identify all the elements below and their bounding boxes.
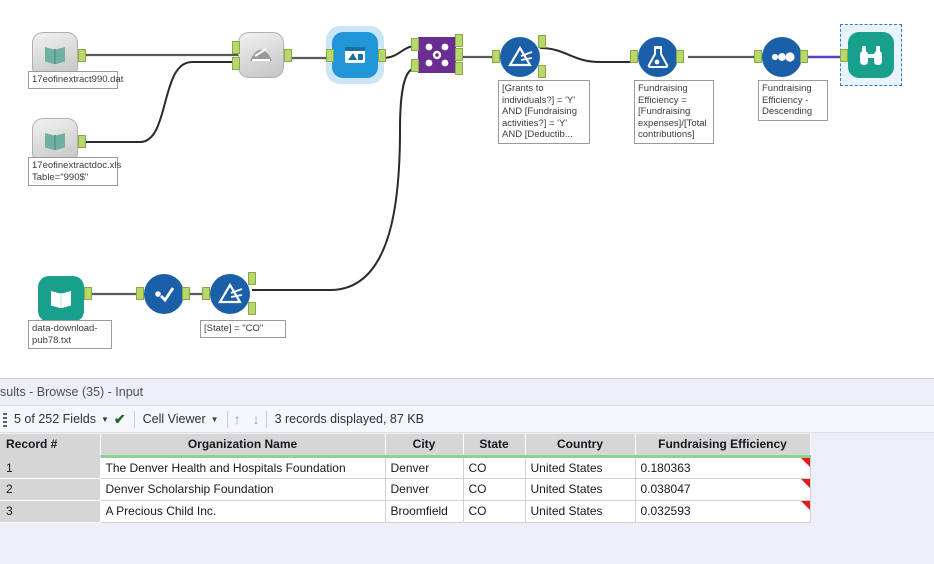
results-pane: sults - Browse (35) - Input 5 of 252 Fie… [0,378,934,564]
cell-state: CO [463,500,526,523]
cell-state: CO [463,456,526,479]
cell-fundraising-efficiency: 0.180363 [635,456,811,479]
record-count-label: 3 records displayed, 87 KB [274,412,424,426]
filter-icon [210,274,250,314]
move-down-icon[interactable]: ↓ [247,411,266,427]
join-input-left[interactable] [411,38,419,51]
chevron-down-icon[interactable]: ▼ [101,415,109,424]
table-header-row: Record # Organization Name City State Co… [0,434,811,458]
cell-city: Denver [385,478,464,501]
cell-organization-name: The Denver Health and Hospitals Foundati… [100,456,386,479]
tool-formula[interactable] [630,37,684,77]
flask-icon [638,37,678,77]
join-icon [418,37,456,73]
tool-select[interactable] [326,26,386,84]
annotation-input-990xls: 17eofinextractdoc.xls Table="990$" [28,157,121,187]
tool-filter-main[interactable] [492,35,546,78]
output-port[interactable] [84,287,92,300]
table-row[interactable]: 2 Denver Scholarship Foundation Denver C… [0,478,811,501]
output-port[interactable] [378,49,386,62]
annotation-sort: Fundraising Efficiency - Descending [758,80,828,121]
annotation-input-pub78: data-download-pub78.txt [28,320,112,350]
input-port[interactable] [202,287,210,300]
input-port-top[interactable] [232,41,240,54]
cell-country: United States [525,478,636,501]
results-table-wrap[interactable]: Record # Organization Name City State Co… [0,434,934,532]
input-port[interactable] [326,49,334,62]
cell-viewer-selector[interactable]: Cell Viewer ▼ [135,412,227,426]
annotation-filter-main: [Grants to individuals?] = 'Y' AND [Fund… [498,80,590,144]
output-port-false[interactable] [248,302,256,315]
drag-grip[interactable] [3,413,7,427]
sort-icon [762,37,802,77]
join-output-right[interactable] [455,62,463,75]
column-header[interactable]: State [463,434,526,458]
column-header[interactable]: Fundraising Efficiency [635,434,811,458]
annotation-input-990dat: 17eofinextract990.dat [28,71,123,89]
input-port[interactable] [136,287,144,300]
join-output-left[interactable] [455,34,463,47]
output-port-true[interactable] [538,35,546,48]
tool-join[interactable] [411,34,463,75]
output-port[interactable] [800,50,808,63]
input-port[interactable] [492,50,500,63]
cell-fundraising-efficiency: 0.032593 [635,500,811,523]
cell-country: United States [525,456,636,479]
output-port[interactable] [676,50,684,63]
check-icon[interactable]: ✔ [114,411,126,428]
cell-country: United States [525,500,636,523]
output-port[interactable] [182,287,190,300]
chevron-down-icon[interactable]: ▼ [211,415,219,424]
annotation-formula: Fundraising Efficiency = [Fundraising ex… [634,80,714,144]
annotation-filter-state: [State] = "CO" [200,320,286,338]
output-port-true[interactable] [248,272,256,285]
output-port[interactable] [78,49,86,62]
column-header[interactable]: Record # [0,434,101,458]
results-title: sults - Browse (35) - Input [0,379,934,405]
move-up-icon[interactable]: ↑ [228,411,247,427]
tool-filter-state[interactable] [202,272,256,315]
results-toolbar[interactable]: 5 of 252 Fields ▼ ✔ Cell Viewer ▼ ↑ ↓ 3 … [0,405,934,433]
tool-sort[interactable] [754,37,808,77]
column-header[interactable]: City [385,434,464,458]
output-port-false[interactable] [538,65,546,78]
select-icon [332,32,378,78]
cell-state: CO [463,478,526,501]
column-header[interactable]: Country [525,434,636,458]
input-port[interactable] [754,50,762,63]
cell-organization-name: A Precious Child Inc. [100,500,386,523]
input-port-bottom[interactable] [232,57,240,70]
cell-city: Denver [385,456,464,479]
cell-organization-name: Denver Scholarship Foundation [100,478,386,501]
cell-record-number: 3 [0,500,101,523]
cell-record-number: 1 [0,456,101,479]
book-icon [38,276,84,322]
results-table: Record # Organization Name City State Co… [0,434,811,523]
binoculars-icon [848,32,894,78]
join-output-join[interactable] [455,48,463,61]
cell-city: Broomfield [385,500,464,523]
column-header[interactable]: Organization Name [100,434,386,458]
tool-input-pub78[interactable] [38,276,92,322]
tool-data-cleanse[interactable] [136,274,190,314]
data-cleanse-icon [144,274,184,314]
fields-selector[interactable]: 5 of 252 Fields ▼ ✔ [0,411,134,428]
tool-union[interactable] [232,32,292,78]
output-port[interactable] [284,49,292,62]
workflow-canvas[interactable]: 17eofinextract990.dat 17eofinextractdoc.… [0,0,934,378]
tool-browse[interactable] [840,24,902,86]
input-port[interactable] [630,50,638,63]
cell-viewer-label: Cell Viewer [142,412,206,426]
join-input-right[interactable] [411,59,419,72]
input-port[interactable] [840,49,848,62]
record-count-status: 3 records displayed, 87 KB [267,412,432,426]
table-row[interactable]: 3 A Precious Child Inc. Broomfield CO Un… [0,500,811,523]
fields-label: 5 of 252 Fields [14,412,96,426]
cell-fundraising-efficiency: 0.038047 [635,478,811,501]
output-port[interactable] [78,135,86,148]
union-icon [238,32,284,78]
cell-record-number: 2 [0,478,101,501]
table-row[interactable]: 1 The Denver Health and Hospitals Founda… [0,456,811,479]
filter-icon [500,37,540,77]
